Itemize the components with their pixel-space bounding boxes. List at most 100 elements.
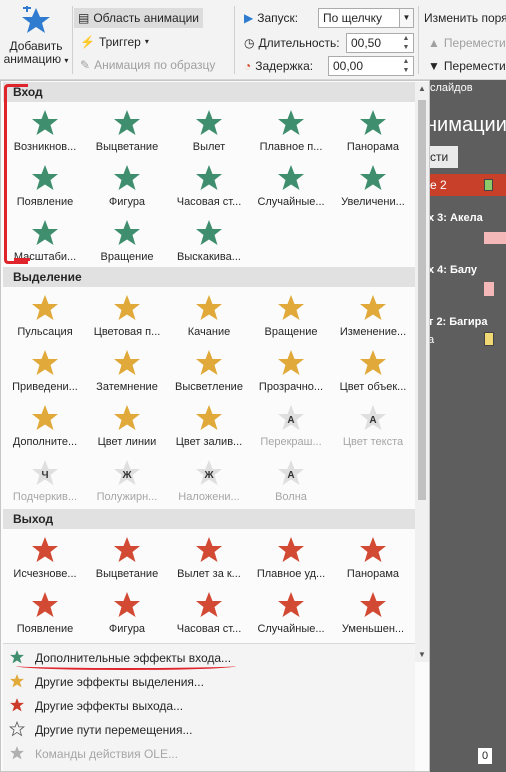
grow-shrink-icon [333, 293, 413, 323]
effect-split-out[interactable]: Панорама [333, 532, 413, 584]
effect-label: Случайные... [257, 623, 325, 635]
effect-desaturate[interactable]: Приведени... [5, 345, 85, 397]
effect-wipe-out[interactable]: Появление [5, 587, 85, 639]
effect-underline[interactable]: Ч Подчеркив... [5, 455, 85, 507]
shape-icon [87, 163, 167, 193]
effect-grow-shrink[interactable]: Изменение... [333, 290, 413, 342]
outline-star-icon [8, 720, 26, 740]
effect-label: Случайные... [257, 196, 325, 208]
effect-color-pulse[interactable]: Цветовая п... [87, 290, 167, 342]
effect-grow-turn[interactable]: Увеличени... [333, 160, 413, 212]
move-later-button[interactable]: ▼ Перемести [428, 56, 506, 76]
pane-item[interactable]: т 2: Багира [428, 316, 488, 328]
fly-out-icon [169, 535, 249, 565]
effect-disappear[interactable]: Исчезнове... [5, 532, 85, 584]
effect-fill-color[interactable]: Цвет залив... [169, 400, 249, 452]
effect-transparency[interactable]: Прозрачно... [251, 345, 331, 397]
effect-wheel[interactable]: Часовая ст... [169, 160, 249, 212]
menu-item-gold-star[interactable]: Другие эффекты выделения... [3, 670, 415, 694]
pane-title: нимации [426, 114, 506, 136]
gallery-scrollbar[interactable]: ▲ ▼ [415, 82, 429, 662]
scroll-down-icon[interactable]: ▼ [415, 648, 429, 662]
effect-float-in[interactable]: Плавное п... [251, 105, 331, 157]
svg-text:A: A [369, 415, 376, 426]
effect-swivel[interactable]: Вращение [87, 215, 167, 267]
effect-shrink-turn[interactable]: Уменьшен... [333, 587, 413, 639]
effect-random-bars-out[interactable]: Случайные... [251, 587, 331, 639]
effect-darken[interactable]: Затемнение [87, 345, 167, 397]
effect-float-out[interactable]: Плавное уд... [251, 532, 331, 584]
effect-label: Панорама [346, 568, 400, 580]
red-highlight-underline [16, 662, 236, 670]
menu-item-gear-star[interactable]: Команды действия OLE... [3, 742, 415, 766]
delay-value: 00,00 [333, 59, 364, 73]
shrink-turn-icon [333, 590, 413, 620]
add-animation-label: Добавить анимацию [3, 39, 63, 66]
effect-shape-out[interactable]: Фигура [87, 587, 167, 639]
spin-icon [251, 293, 331, 323]
start-select[interactable]: По щелчку ▼ [318, 8, 414, 28]
object-color-icon [333, 348, 413, 378]
slides-text: слайдов [430, 82, 473, 94]
effect-label: Уменьшен... [341, 623, 405, 635]
effect-line-color[interactable]: Цвет линии [87, 400, 167, 452]
spin-arrows-icon[interactable]: ▲ ▼ [399, 34, 413, 52]
start-text: Запуск: [257, 11, 299, 25]
pulse-icon [5, 293, 85, 323]
red-highlight-tick [14, 258, 30, 261]
section-emphasis-header: Выделение [3, 267, 415, 287]
effect-pulse[interactable]: Пульсация [5, 290, 85, 342]
effect-bounce[interactable]: Выскакива... [169, 215, 249, 267]
effect-wheel-out[interactable]: Часовая ст... [169, 587, 249, 639]
effect-fly-in[interactable]: Вылет [169, 105, 249, 157]
desaturate-icon [5, 348, 85, 378]
scrollbar-thumb[interactable] [418, 100, 426, 500]
effect-object-color[interactable]: Цвет объек... [333, 345, 413, 397]
effect-label: Затемнение [96, 381, 158, 393]
effect-lighten[interactable]: Высветление [169, 345, 249, 397]
effect-label: Вылет [192, 141, 226, 153]
delay-stepper[interactable]: 00,00 ▲ ▼ [328, 56, 414, 76]
effect-label: Часовая ст... [176, 623, 242, 635]
effect-label: Цвет линии [97, 436, 157, 448]
effect-fade-out[interactable]: Выцветание [87, 532, 167, 584]
pane-item[interactable]: х 3: Акела [428, 212, 483, 224]
start-label: ▶ Запуск: [244, 8, 298, 28]
red-highlight-bracket [4, 84, 28, 264]
spin-arrows-icon[interactable]: ▲ ▼ [399, 57, 413, 75]
effect-brush-color[interactable]: A Перекраш... [251, 400, 331, 452]
menu-item-label: Другие пути перемещения... [35, 723, 193, 737]
trigger-button[interactable]: ⚡ Триггер ▾ [80, 32, 149, 52]
effect-font-color[interactable]: A Цвет текста [333, 400, 413, 452]
pane-item-selected[interactable]: е 2 [418, 174, 506, 196]
animation-pane-button[interactable]: ▤ Область анимации [74, 8, 203, 28]
effect-label: Исчезнове... [13, 568, 77, 580]
pane-item[interactable]: х 4: Балу [428, 264, 477, 276]
menu-item-label: Другие эффекты выхода... [35, 699, 184, 713]
duration-stepper[interactable]: 00,50 ▲ ▼ [346, 33, 414, 53]
chevron-down-icon[interactable]: ▼ [399, 9, 413, 27]
menu-item-outline-star[interactable]: Другие пути перемещения... [3, 718, 415, 742]
effect-wave[interactable]: A Волна [251, 455, 331, 507]
menu-item-red-star[interactable]: Другие эффекты выхода... [3, 694, 415, 718]
effect-bold-flash[interactable]: Ж Полужирн... [87, 455, 167, 507]
effect-label: Вращение [264, 326, 318, 338]
effect-random-bars[interactable]: Случайные... [251, 160, 331, 212]
effect-fly-out[interactable]: Вылет за к... [169, 532, 249, 584]
effect-fade[interactable]: Выцветание [87, 105, 167, 157]
move-earlier-button[interactable]: ▲ Перемести [428, 33, 506, 53]
animation-painter-label: Анимация по образцу [94, 58, 216, 72]
animation-pane-label: Область анимации [93, 11, 199, 25]
effect-split[interactable]: Панорама [333, 105, 413, 157]
scroll-up-icon[interactable]: ▲ [415, 82, 429, 96]
effect-bold-reveal[interactable]: Ж Наложени... [169, 455, 249, 507]
delay-label: ◔ Задержка: [244, 56, 313, 76]
effect-teeter[interactable]: Качание [169, 290, 249, 342]
effect-spin[interactable]: Вращение [251, 290, 331, 342]
effect-complementary-color[interactable]: Дополните... [5, 400, 85, 452]
red-star-icon [9, 697, 25, 716]
add-animation-button[interactable]: Добавить анимацию ▾ [2, 4, 70, 78]
animation-painter-button[interactable]: ✎ Анимация по образцу [80, 55, 215, 75]
effect-shape[interactable]: Фигура [87, 160, 167, 212]
effect-label: Выцветание [95, 568, 159, 580]
